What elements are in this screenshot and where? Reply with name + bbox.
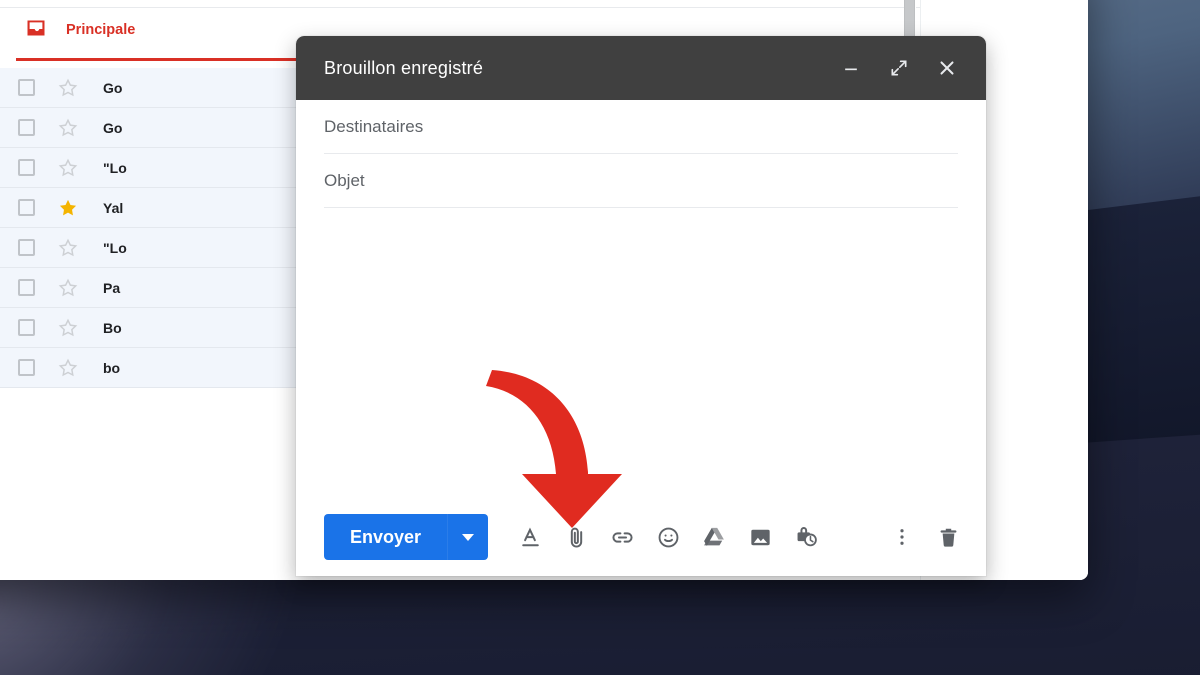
compose-toolbar: Envoyer (296, 498, 986, 576)
tab-principale[interactable]: Principale (24, 16, 135, 44)
subject-field[interactable]: Objet (324, 154, 958, 208)
insert-link-button[interactable] (606, 521, 638, 553)
send-options-dropdown[interactable] (448, 514, 488, 560)
send-button-label: Envoyer (324, 514, 448, 560)
star-icon[interactable] (57, 117, 79, 139)
tab-active-underline (16, 58, 296, 61)
compose-window: Brouillon enregistré Destinataires Objet (296, 36, 986, 576)
insert-drive-button[interactable] (698, 521, 730, 553)
confidential-mode-button[interactable] (790, 521, 822, 553)
star-icon-filled[interactable] (57, 197, 79, 219)
compose-window-controls (834, 51, 964, 85)
close-icon[interactable] (930, 51, 964, 85)
format-options-button[interactable] (514, 521, 546, 553)
checkbox-icon[interactable] (18, 239, 35, 256)
star-icon[interactable] (57, 237, 79, 259)
insert-emoji-button[interactable] (652, 521, 684, 553)
checkbox-icon[interactable] (18, 319, 35, 336)
star-icon[interactable] (57, 357, 79, 379)
select-all-dropdown[interactable] (44, 0, 64, 4)
expand-icon[interactable] (882, 51, 916, 85)
compose-title: Brouillon enregistré (324, 58, 483, 79)
star-icon[interactable] (57, 77, 79, 99)
chevron-down-icon (462, 534, 474, 541)
recipients-field[interactable]: Destinataires (324, 100, 958, 154)
star-icon[interactable] (57, 277, 79, 299)
prev-page-button[interactable]: ‹ (739, 0, 773, 1)
checkbox-icon[interactable] (18, 79, 35, 96)
checkbox-icon[interactable] (18, 279, 35, 296)
compose-right-tools (886, 521, 964, 553)
minimize-icon[interactable] (834, 51, 868, 85)
compose-header[interactable]: Brouillon enregistré (296, 36, 986, 100)
mail-sender: Bo (103, 320, 122, 336)
attach-file-button[interactable] (560, 521, 592, 553)
mail-sender: Pa (103, 280, 120, 296)
mail-sender: Go (103, 80, 122, 96)
mail-sender: "Lo (103, 160, 127, 176)
recipients-placeholder: Destinataires (324, 117, 423, 137)
pagination: 1–17 sur 17 ‹ › FR (655, 0, 920, 4)
inbox-icon (24, 16, 48, 44)
checkbox-icon[interactable] (18, 199, 35, 216)
mail-sender: Go (103, 120, 122, 136)
mail-sender: Yal (103, 200, 123, 216)
checkbox-icon[interactable] (18, 359, 35, 376)
star-icon[interactable] (57, 157, 79, 179)
mail-sender: bo (103, 360, 120, 376)
checkbox-icon[interactable] (18, 159, 35, 176)
message-body-field[interactable] (324, 208, 958, 498)
mail-sender: "Lo (103, 240, 127, 256)
more-vert-icon[interactable] (140, 0, 180, 4)
trash-icon[interactable] (932, 521, 964, 553)
next-page-button[interactable]: › (773, 0, 807, 1)
refresh-button[interactable] (86, 0, 126, 4)
compose-tools (514, 521, 822, 553)
checkbox-icon[interactable] (18, 119, 35, 136)
insert-photo-button[interactable] (744, 521, 776, 553)
tab-principale-label: Principale (66, 22, 135, 38)
send-button[interactable]: Envoyer (324, 514, 488, 560)
more-vert-icon[interactable] (886, 521, 918, 553)
select-all-checkbox[interactable] (0, 0, 44, 4)
subject-placeholder: Objet (324, 171, 365, 191)
star-icon[interactable] (57, 317, 79, 339)
